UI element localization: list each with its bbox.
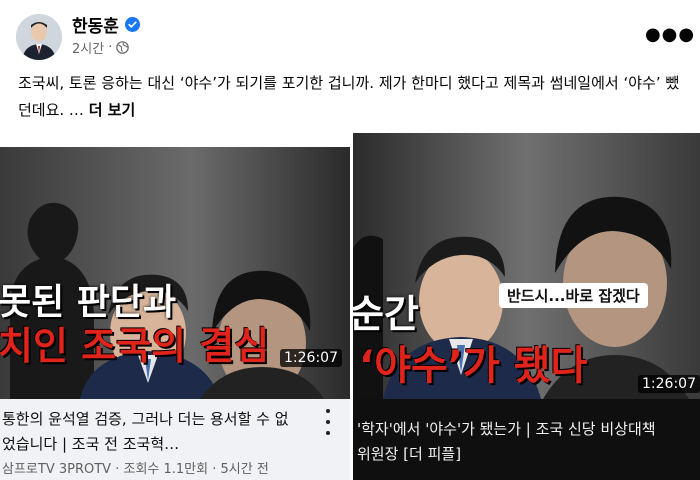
video-thumbnail-right[interactable]: 순간 반드시...바로 잡겠다 ‘야수’가 됐다 1:26:07 — [353, 133, 700, 399]
channel-name[interactable]: 삼프로TV 3PROTV — [2, 462, 111, 477]
upload-time: 5시간 전 — [220, 462, 269, 477]
shared-video-card-left[interactable]: 못된 판단과 치인 조국의 결심 1:26:07 통한의 윤석열 검증, 그러나… — [0, 133, 350, 480]
dot — [326, 420, 330, 424]
video-title[interactable]: 통한의 윤석열 검증, 그러나 더는 용서할 수 없었습니다 | 조국 전 조국… — [2, 407, 302, 457]
meta-separator: · — [108, 40, 113, 55]
thumbnail-caption-bubble: 반드시...바로 잡겠다 — [499, 283, 648, 308]
thumbnail-caption-line1: 순간 — [353, 292, 419, 336]
video-thumbnail-left[interactable]: 못된 판단과 치인 조국의 결심 1:26:07 — [0, 133, 350, 399]
more-horizontal-icon: ●●● — [644, 23, 696, 45]
video-more-button[interactable] — [322, 409, 334, 435]
post-header: 한동훈 2시간 · ●●● — [0, 0, 700, 62]
dot — [326, 431, 330, 435]
dot — [326, 409, 330, 413]
meta-separator: · — [115, 462, 120, 477]
author-row: 한동훈 — [72, 12, 140, 37]
video-info-left: 통한의 윤석열 검증, 그러나 더는 용서할 수 없었습니다 | 조국 전 조국… — [0, 399, 350, 480]
more-options-button[interactable]: ●●● — [645, 22, 694, 46]
video-meta: 삼프로TV 3PROTV · 조회수 1.1만회 · 5시간 전 — [2, 458, 269, 477]
see-more-link[interactable]: 더 보기 — [89, 101, 136, 119]
video-duration: 1:26:07 — [280, 349, 342, 367]
post-text: 조국씨, 토론 응하는 대신 ‘야수’가 되기를 포기한 겁니까. 제가 한마디… — [18, 70, 690, 124]
verified-badge-icon — [124, 17, 140, 32]
shared-video-card-right[interactable]: 순간 반드시...바로 잡겠다 ‘야수’가 됐다 1:26:07 '학자'에서 … — [353, 133, 700, 480]
video-duration: 1:26:07 — [638, 375, 700, 393]
video-info-right: '학자'에서 '야수'가 됐는가 | 조국 신당 비상대책위원장 [더 피플] — [353, 399, 700, 480]
post-time[interactable]: 2시간 — [72, 38, 104, 57]
video-title[interactable]: '학자'에서 '야수'가 됐는가 | 조국 신당 비상대책위원장 [더 피플] — [357, 417, 657, 467]
thumbnail-caption-line2: ‘야수’가 됐다 — [359, 343, 588, 389]
author-name[interactable]: 한동훈 — [72, 12, 119, 37]
post-meta: 2시간 · — [72, 38, 130, 57]
thumbnail-caption-line2: 치인 조국의 결심 — [0, 324, 270, 368]
view-count: 조회수 1.1만회 — [123, 462, 209, 477]
meta-separator: · — [212, 462, 217, 477]
globe-icon[interactable] — [116, 41, 130, 54]
author-avatar[interactable] — [16, 14, 62, 60]
